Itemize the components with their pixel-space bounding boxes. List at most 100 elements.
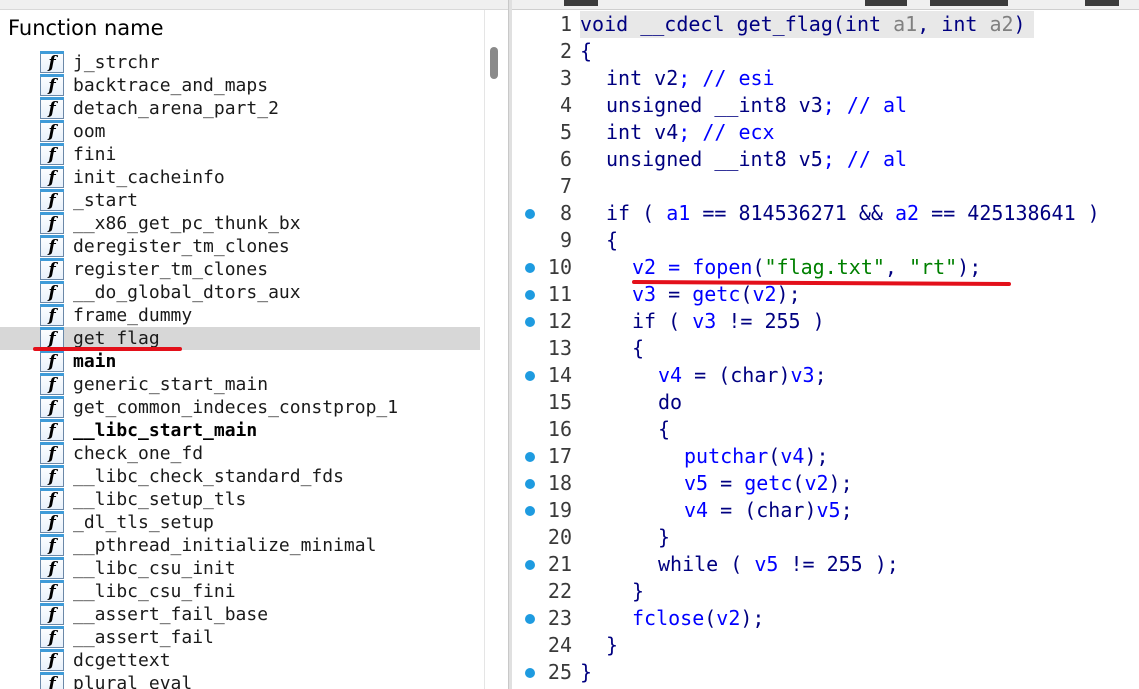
function-list-item[interactable]: f plural_eval <box>0 672 480 689</box>
code-line[interactable]: 16 { <box>512 416 1139 443</box>
breakpoint-dot-icon[interactable] <box>525 263 535 273</box>
code-line[interactable]: 12 if ( v3 != 255 ) <box>512 308 1139 335</box>
breakpoint-dot-icon[interactable] <box>525 668 535 678</box>
function-list-item[interactable]: f dcgettext <box>0 649 480 672</box>
code-token: { <box>632 336 645 360</box>
function-list-scroll-thumb[interactable] <box>490 47 498 79</box>
function-name-label: __do_global_dtors_aux <box>73 282 301 303</box>
code-line[interactable]: 18 v5 = getc(v2); <box>512 470 1139 497</box>
code-line[interactable]: 8 if ( a1 == 814536271 && a2 == 425138641… <box>512 200 1139 227</box>
function-list-item[interactable]: f get_common_indeces_constprop_1 <box>0 396 480 419</box>
line-number: 15 <box>547 390 572 414</box>
breakpoint-dot-icon[interactable] <box>525 209 535 219</box>
tab-stub-2[interactable] <box>865 0 907 6</box>
function-icon-glyph: f <box>48 145 56 165</box>
function-icon-glyph: f <box>48 605 56 625</box>
function-list-item[interactable]: f __libc_csu_fini <box>0 580 480 603</box>
pseudocode-listing[interactable]: 1 void __cdecl get_flag(int a1, int a2) 2{… <box>512 11 1139 686</box>
function-list-item[interactable]: f __libc_csu_init <box>0 557 480 580</box>
code-line[interactable]: 4 unsigned __int8 v3; // al <box>512 92 1139 119</box>
code-token: ( <box>704 606 717 630</box>
function-list-scrollbar[interactable] <box>484 10 508 689</box>
code-token: "rt" <box>909 255 958 279</box>
function-list-item[interactable]: f check_one_fd <box>0 442 480 465</box>
code-line[interactable]: 1 void __cdecl get_flag(int a1, int a2) <box>512 11 1139 38</box>
code-token: ) <box>804 498 817 522</box>
function-list-item[interactable]: f oom <box>0 120 480 143</box>
breakpoint-dot-icon[interactable] <box>525 452 535 462</box>
function-list-item[interactable]: f __libc_start_main <box>0 419 480 442</box>
code-line[interactable]: 13 { <box>512 335 1139 362</box>
code-text: putchar(v4); <box>684 443 829 470</box>
functions-window: Function name f j_strchr f backtrace_and_ma… <box>0 0 508 689</box>
code-line[interactable]: 24} <box>512 632 1139 659</box>
tab-stub-4[interactable] <box>1085 0 1119 6</box>
line-number: 1 <box>559 12 572 36</box>
breakpoint-dot-icon[interactable] <box>525 290 535 300</box>
breakpoint-dot-icon[interactable] <box>525 614 535 624</box>
function-list-item[interactable]: f __libc_check_standard_fds <box>0 465 480 488</box>
code-line[interactable]: 23 fclose(v2); <box>512 605 1139 632</box>
function-list-item[interactable]: f __assert_fail_base <box>0 603 480 626</box>
code-line[interactable]: 19 v4 = (char)v5; <box>512 497 1139 524</box>
code-line[interactable]: 14 v4 = (char)v3; <box>512 362 1139 389</box>
function-icon-glyph: f <box>48 191 56 211</box>
code-line[interactable]: 2{ <box>512 38 1139 65</box>
function-icon: f <box>40 580 64 602</box>
code-line[interactable]: 25} <box>512 659 1139 686</box>
function-list-item[interactable]: f j_strchr <box>0 51 480 74</box>
code-line[interactable]: 7 <box>512 173 1139 200</box>
function-list-item[interactable]: f init_cacheinfo <box>0 166 480 189</box>
line-number: 3 <box>559 66 572 90</box>
tab-stub-3[interactable] <box>930 0 1008 6</box>
code-line[interactable]: 6 unsigned __int8 v5; // al <box>512 146 1139 173</box>
code-token: ) <box>778 363 791 387</box>
line-number: 23 <box>547 606 572 630</box>
function-list-item[interactable]: f __libc_setup_tls <box>0 488 480 511</box>
code-text: fclose(v2); <box>632 605 764 632</box>
line-number: 19 <box>547 498 572 522</box>
function-list-item[interactable]: f deregister_tm_clones <box>0 235 480 258</box>
code-line[interactable]: 10 v2 = fopen("flag.txt", "rt"); <box>512 254 1139 281</box>
code-token: v5 <box>816 498 841 522</box>
code-line[interactable]: 20} <box>512 524 1139 551</box>
code-line[interactable]: 3 int v2; // esi <box>512 65 1139 92</box>
function-icon: f <box>40 212 64 234</box>
line-number: 21 <box>547 552 572 576</box>
function-list-item[interactable]: f backtrace_and_maps <box>0 74 480 97</box>
breakpoint-dot-icon[interactable] <box>525 560 535 570</box>
function-list-item[interactable]: f frame_dummy <box>0 304 480 327</box>
code-line[interactable]: 5 int v4; // ecx <box>512 119 1139 146</box>
function-icon: f <box>40 74 64 96</box>
function-name-column-header[interactable]: Function name <box>0 10 484 46</box>
function-icon: f <box>40 488 64 510</box>
code-line[interactable]: 22} <box>512 578 1139 605</box>
function-list-item[interactable]: f generic_start_main <box>0 373 480 396</box>
function-list-item[interactable]: f __assert_fail <box>0 626 480 649</box>
code-line[interactable]: 11 v3 = getc(v2); <box>512 281 1139 308</box>
function-list-item[interactable]: f detach_arena_part_2 <box>0 97 480 120</box>
function-list-item[interactable]: f fini <box>0 143 480 166</box>
code-line[interactable]: 17 putchar(v4); <box>512 443 1139 470</box>
function-list-item[interactable]: f _start <box>0 189 480 212</box>
breakpoint-dot-icon[interactable] <box>525 479 535 489</box>
function-list-item[interactable]: f _dl_tls_setup <box>0 511 480 534</box>
breakpoint-dot-icon[interactable] <box>525 317 535 327</box>
code-token: ); <box>776 282 801 306</box>
code-line[interactable]: 15 do <box>512 389 1139 416</box>
code-token: char <box>730 363 779 387</box>
breakpoint-dot-icon[interactable] <box>525 371 535 381</box>
code-line[interactable]: 9{ <box>512 227 1139 254</box>
function-name-label: __assert_fail_base <box>73 604 269 625</box>
code-line[interactable]: 21 while ( v5 != 255 ); <box>512 551 1139 578</box>
function-list-item[interactable]: f __x86_get_pc_thunk_bx <box>0 212 480 235</box>
function-list-item[interactable]: f register_tm_clones <box>0 258 480 281</box>
tab-stub-1[interactable] <box>564 0 598 6</box>
code-text: do <box>658 389 682 416</box>
line-number: 25 <box>547 660 572 684</box>
function-icon: f <box>40 350 64 372</box>
function-list-item[interactable]: f __pthread_initialize_minimal <box>0 534 480 557</box>
function-list-item[interactable]: f main <box>0 350 480 373</box>
breakpoint-dot-icon[interactable] <box>525 506 535 516</box>
function-list-item[interactable]: f __do_global_dtors_aux <box>0 281 480 304</box>
